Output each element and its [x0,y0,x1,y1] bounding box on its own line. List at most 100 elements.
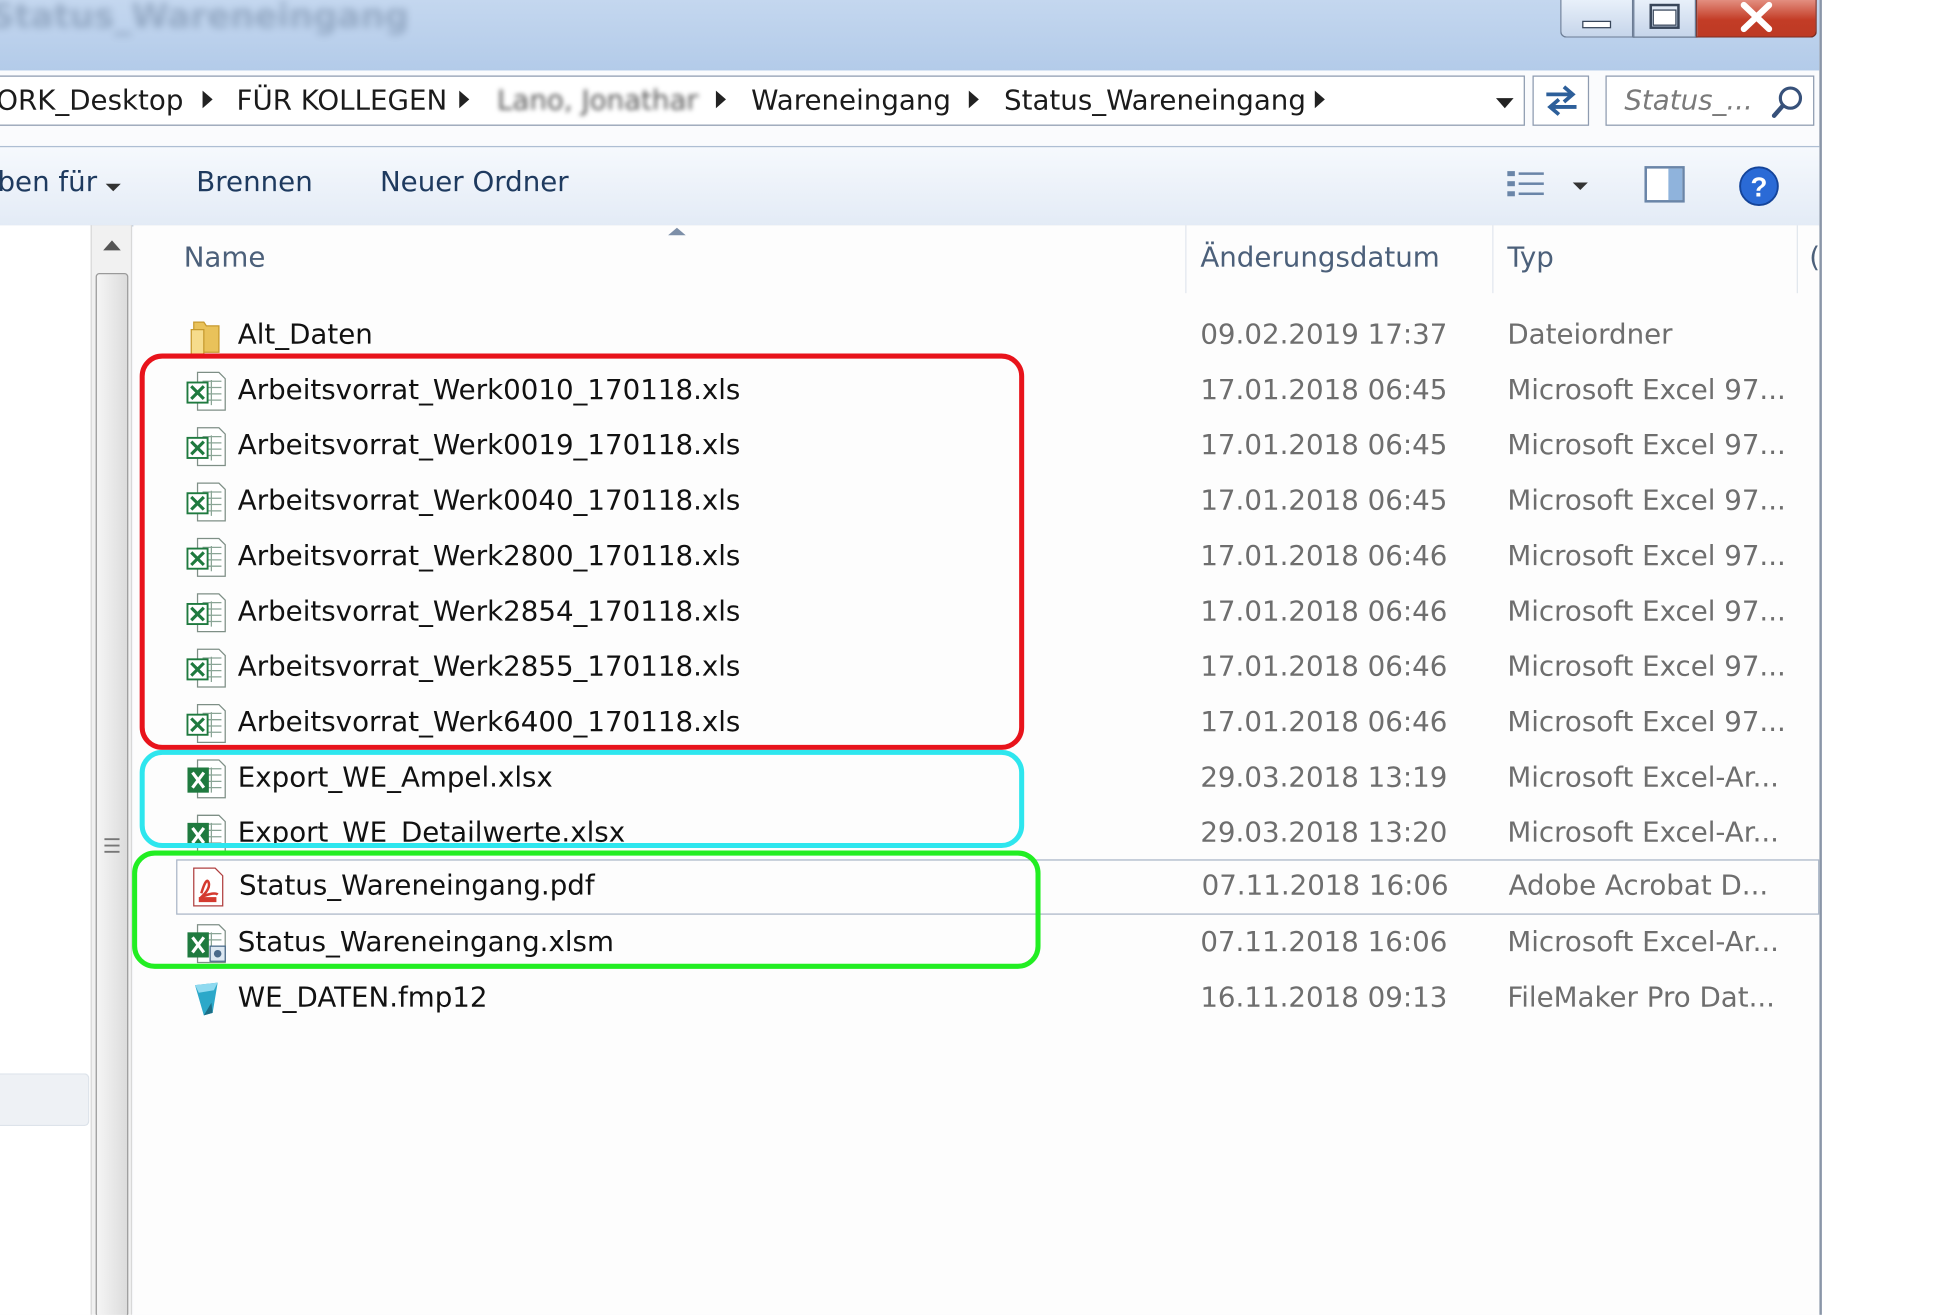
view-dropdown-icon[interactable] [1572,182,1588,190]
file-type: Adobe Acrobat D... [1508,870,1769,903]
excel-97-icon [186,482,226,522]
file-type: Microsoft Excel 97... [1507,485,1786,518]
explorer-window: Status_Wareneingang ORK_Desktop FÜR KOLL… [0,0,1822,1315]
file-type: FileMaker Pro Dat... [1507,982,1775,1015]
excel-xlsx-icon [187,814,226,854]
file-type: Microsoft Excel-Ar... [1507,817,1779,850]
navigation-selected-item[interactable] [0,1073,90,1127]
breadcrumb-item-current[interactable]: Status_Wareneingang [1004,86,1306,117]
file-row[interactable]: Arbeitsvorrat_Werk0040_170118.xls 17.01.… [133,476,1819,531]
breadcrumb-separator-icon[interactable] [715,90,726,109]
file-name: Alt_Daten [237,319,373,352]
file-date: 17.01.2018 06:45 [1200,374,1448,407]
sort-ascending-icon [668,227,686,236]
file-name: Arbeitsvorrat_Werk2800_170118.xls [237,541,741,573]
breadcrumb-separator-icon[interactable] [968,90,979,109]
file-row[interactable]: Export_WE_Ampel.xlsx 29.03.2018 13:19 Mi… [133,752,1819,807]
breadcrumb-separator-icon[interactable] [202,90,213,109]
refresh-button[interactable] [1532,75,1590,126]
breadcrumb-separator-icon[interactable] [459,90,470,109]
excel-97-icon [186,703,226,743]
file-list: Name Änderungsdatum Typ ( Alt_Daten 09.0… [133,225,1819,1315]
search-icon[interactable] [1770,84,1805,119]
file-name: Arbeitsvorrat_Werk0010_170118.xls [237,374,741,407]
minimize-button[interactable] [1560,0,1634,38]
close-icon [1740,1,1773,33]
file-row-focused[interactable]: Status_Wareneingang.pdf 07.11.2018 16:06… [176,859,1820,915]
window-title: Status_Wareneingang [0,0,409,37]
file-date: 17.01.2018 06:46 [1200,596,1448,628]
address-bar[interactable]: ORK_Desktop FÜR KOLLEGEN Lano, Jonathan … [0,75,1525,126]
file-row[interactable]: Arbeitsvorrat_Werk2855_170118.xls 17.01.… [133,642,1819,697]
help-icon[interactable]: ? [1738,165,1781,208]
maximize-button[interactable] [1633,0,1697,38]
file-row[interactable]: Arbeitsvorrat_Werk0019_170118.xls 17.01.… [133,420,1819,475]
file-date: 09.02.2019 17:37 [1200,319,1448,352]
share-with-button[interactable]: ben für [0,167,97,198]
file-name: Status_Wareneingang.xlsm [237,927,614,959]
file-type: Dateiordner [1507,319,1673,352]
scrollbar-thumb[interactable] [95,273,129,1315]
file-date: 17.01.2018 06:45 [1200,485,1448,518]
pdf-icon [193,867,224,907]
column-header-date[interactable]: Änderungsdatum [1200,243,1439,274]
svg-text:?: ? [1751,171,1768,202]
file-name: Arbeitsvorrat_Werk2854_170118.xls [237,596,741,628]
excel-xlsm-icon [187,924,226,964]
search-input[interactable]: Status_... [1605,75,1815,126]
new-folder-button[interactable]: Neuer Ordner [380,167,569,198]
excel-97-icon [186,537,226,577]
explorer-screen: Status_Wareneingang ORK_Desktop FÜR KOLL… [0,0,1949,1315]
title-bar[interactable]: Status_Wareneingang [0,0,1820,71]
navigation-scrollbar[interactable] [90,225,133,1315]
breadcrumb-item[interactable]: Lano, Jonathan [497,86,698,117]
column-header-size-partial[interactable]: ( [1809,243,1819,274]
breadcrumb-item[interactable]: FÜR KOLLEGEN [237,86,448,117]
file-row[interactable]: Arbeitsvorrat_Werk2800_170118.xls 17.01.… [133,531,1819,586]
file-row[interactable]: WE_DATEN.fmp12 16.11.2018 09:13 FileMake… [133,973,1819,1028]
file-name: Arbeitsvorrat_Werk6400_170118.xls [237,707,741,739]
excel-97-icon [186,648,226,688]
file-name: Status_Wareneingang.pdf [239,870,595,903]
maximize-icon [1649,3,1680,29]
preview-pane-icon[interactable] [1643,165,1686,205]
minimize-icon [1582,20,1612,29]
file-row[interactable]: Export_WE_Detailwerte.xlsx 29.03.2018 13… [133,808,1819,863]
file-row[interactable]: Arbeitsvorrat_Werk0010_170118.xls 17.01.… [133,365,1819,420]
file-type: Microsoft Excel 97... [1507,596,1786,628]
column-header-name[interactable]: Name [184,243,266,274]
column-header-type[interactable]: Typ [1507,243,1554,274]
file-row[interactable]: Arbeitsvorrat_Werk2854_170118.xls 17.01.… [133,586,1819,641]
scroll-up-icon[interactable] [102,238,122,253]
file-date: 17.01.2018 06:46 [1200,541,1448,573]
file-date: 17.01.2018 06:46 [1200,651,1448,684]
excel-97-icon [186,371,226,411]
file-row[interactable]: Alt_Daten 09.02.2019 17:37 Dateiordner [133,310,1819,365]
file-type: Microsoft Excel 97... [1507,430,1786,462]
file-row[interactable]: Arbeitsvorrat_Werk6400_170118.xls 17.01.… [133,697,1819,752]
view-options-icon[interactable] [1505,167,1548,205]
breadcrumb-item[interactable]: Wareneingang [751,86,951,117]
grip-icon [104,838,120,853]
address-history-dropdown-icon[interactable] [1495,98,1514,109]
file-name: Export_WE_Detailwerte.xlsx [237,817,626,850]
file-row[interactable]: Status_Wareneingang.xlsm 07.11.2018 16:0… [133,917,1819,972]
search-placeholder: Status_... [1624,85,1753,118]
file-name: Export_WE_Ampel.xlsx [237,762,553,794]
file-type: Microsoft Excel 97... [1507,707,1786,739]
file-type: Microsoft Excel 97... [1507,541,1786,573]
column-divider[interactable] [1492,225,1494,294]
excel-97-icon [186,593,226,633]
column-divider[interactable] [1185,225,1187,294]
breadcrumb-separator-icon[interactable] [1314,90,1325,109]
file-date: 07.11.2018 16:06 [1201,870,1449,903]
burn-button[interactable]: Brennen [196,167,312,198]
close-button[interactable] [1696,0,1817,38]
chevron-down-icon[interactable] [105,183,121,192]
breadcrumb-item[interactable]: ORK_Desktop [0,86,183,117]
column-divider[interactable] [1796,225,1798,294]
excel-xlsx-icon [187,759,226,799]
file-name: Arbeitsvorrat_Werk2855_170118.xls [237,651,741,684]
navigation-pane[interactable] [0,225,91,1315]
file-type: Microsoft Excel-Ar... [1507,762,1779,794]
